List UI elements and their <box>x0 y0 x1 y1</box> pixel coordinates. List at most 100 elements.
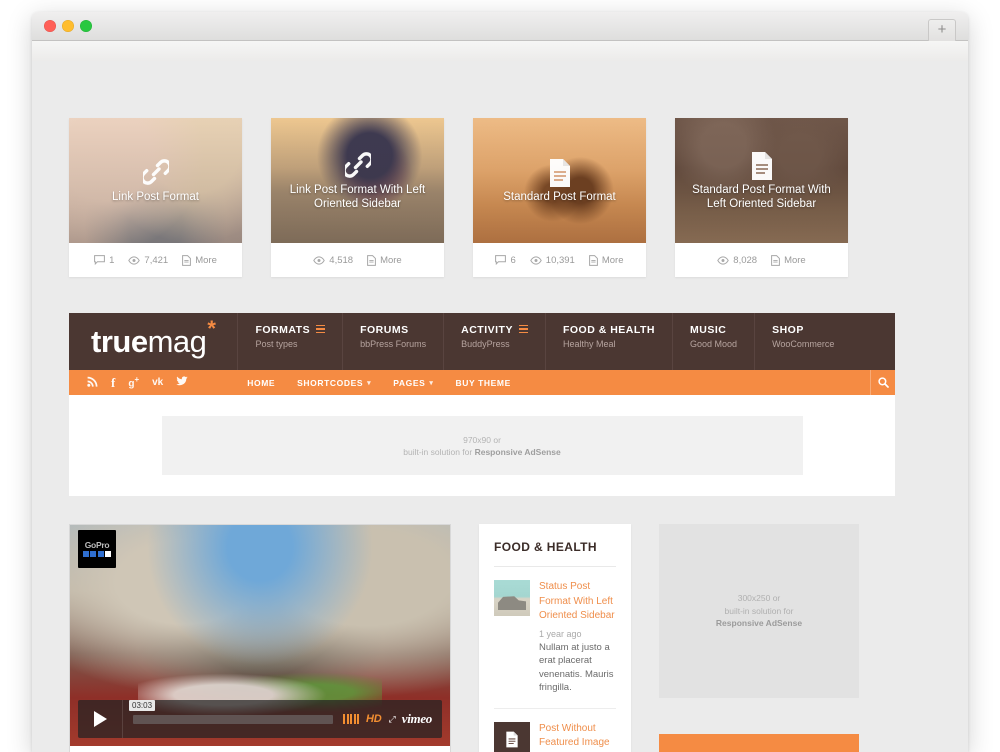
card-meta: 6 10,391 More <box>473 243 646 277</box>
view-count-value: 7,421 <box>144 254 169 266</box>
widget-thumb-object <box>498 596 526 610</box>
ad-line-2-prefix: built-in solution for <box>403 446 475 457</box>
comment-icon <box>94 255 106 265</box>
card-title: Standard Post Format <box>503 190 616 203</box>
menu-label: HOME <box>247 377 276 388</box>
google-plus-icon[interactable]: g+ <box>128 375 139 389</box>
featured-card[interactable]: Standard Post Format 6 10,391 More <box>473 118 646 277</box>
menu-item-buy-theme[interactable]: BUY THEME <box>456 378 511 388</box>
more-link[interactable]: More <box>367 255 402 266</box>
widget-post-item[interactable]: Status Post Format With Left Oriented Si… <box>494 567 616 695</box>
card-thumbnail[interactable]: Link Post Format With Left Oriented Side… <box>271 118 444 243</box>
site-logo[interactable]: true mag * <box>69 313 237 370</box>
website-page: Link Post Format 1 7,421 More Link Post … <box>69 61 895 752</box>
card-meta: 1 7,421 More <box>69 243 242 277</box>
menu-label: BUY THEME <box>455 377 511 388</box>
nav-item-activity[interactable]: ACTIVITY BuddyPress <box>443 313 545 370</box>
more-link[interactable]: More <box>588 254 624 266</box>
widget-post-thumbnail[interactable] <box>494 721 530 752</box>
nav-item-shop[interactable]: SHOP WooCommerce <box>754 313 851 370</box>
menu-item-home[interactable]: HOME <box>247 378 275 388</box>
card-thumbnail[interactable]: Standard Post Format <box>473 118 646 243</box>
view-count: 8,028 <box>717 255 757 266</box>
rss-icon[interactable] <box>87 376 98 390</box>
volume-icon[interactable] <box>343 714 360 724</box>
main-column: GoPro 03:03 HD ⤢ vimeo <box>69 524 451 752</box>
more-label: More <box>784 254 806 266</box>
widget-post-title[interactable]: Status Post Format With Left Oriented Si… <box>539 580 616 624</box>
widget-post-time: 1 year ago <box>539 628 582 639</box>
twitter-icon[interactable] <box>176 376 188 389</box>
video-progress-bar[interactable]: 03:03 <box>129 699 334 724</box>
featured-card[interactable]: Standard Post Format With Left Oriented … <box>675 118 848 277</box>
document-icon <box>182 254 192 266</box>
widget-post-title[interactable]: Post Without Featured Image And With Rig… <box>539 722 616 752</box>
document-icon <box>549 158 570 187</box>
nav-item-formats[interactable]: FORMATS Post types <box>237 313 342 370</box>
nav-item-food-health[interactable]: FOOD & HEALTH Healthy Meal <box>544 313 672 370</box>
nav-label: SHOP <box>772 324 804 336</box>
search-button[interactable] <box>870 370 895 395</box>
comment-count[interactable]: 6 <box>495 254 516 266</box>
view-count: 4,518 <box>313 255 353 266</box>
video-controls[interactable]: 03:03 HD ⤢ vimeo <box>78 699 442 738</box>
menu-label: PAGES <box>393 377 426 388</box>
widget-post-excerpt: Nullam at justo a erat placerat venenati… <box>539 641 614 694</box>
widget-post-item[interactable]: Post Without Featured Image And With Rig… <box>494 709 616 752</box>
nav-subtitle: Good Mood <box>690 339 738 349</box>
menu-label: SHORTCODES <box>297 377 364 388</box>
play-icon <box>93 711 107 727</box>
widget-post-thumbnail[interactable] <box>494 580 530 616</box>
chevron-down-icon: ▾ <box>367 379 372 387</box>
document-icon <box>751 151 772 180</box>
view-count-value: 10,391 <box>545 254 575 266</box>
featured-cards-row: Link Post Format 1 7,421 More Link Post … <box>69 61 895 277</box>
new-tab-button[interactable]: + <box>928 19 956 41</box>
featured-card[interactable]: Link Post Format With Left Oriented Side… <box>271 118 444 277</box>
widget-most-viewed: MOST VIEWED <box>659 734 859 752</box>
document-icon <box>588 254 598 266</box>
more-label: More <box>195 254 217 266</box>
content-area: GoPro 03:03 HD ⤢ vimeo FOOD & HEALTH Sta… <box>69 524 895 752</box>
more-link[interactable]: More <box>771 255 806 266</box>
featured-card[interactable]: Link Post Format 1 7,421 More <box>69 118 242 277</box>
nav-item-music[interactable]: MUSIC Good Mood <box>672 313 754 370</box>
comment-count-value: 1 <box>109 254 115 266</box>
comment-count-value: 6 <box>510 254 516 266</box>
comment-count[interactable]: 1 <box>94 255 114 266</box>
video-card-footer <box>69 746 451 752</box>
nav-item-forums[interactable]: FORUMS bbPress Forums <box>342 313 443 370</box>
more-link[interactable]: More <box>182 255 217 266</box>
hd-badge[interactable]: HD <box>366 713 382 725</box>
menu-item-shortcodes[interactable]: SHORTCODES ▾ <box>297 378 371 388</box>
document-icon <box>771 254 780 266</box>
ad-banner-300x250[interactable]: 300x250 or built-in solution for Respons… <box>659 524 859 698</box>
nav-label: FOOD & HEALTH <box>562 324 656 336</box>
hamburger-icon <box>518 324 528 336</box>
card-thumbnail[interactable]: Link Post Format <box>69 118 242 243</box>
view-count-value: 4,518 <box>329 254 354 266</box>
card-meta: 4,518 More <box>271 243 444 277</box>
video-timestamp: 03:03 <box>129 699 156 711</box>
menu-item-pages[interactable]: PAGES ▾ <box>393 378 433 388</box>
comment-icon <box>495 255 507 265</box>
widget-post-body: Status Post Format With Left Oriented Si… <box>539 580 616 695</box>
chevron-down-icon: ▾ <box>429 379 434 387</box>
browser-window: + Link Post Format 1 7,421 More Link Pos… <box>32 12 968 752</box>
secondary-navbar: f g+ vk HOME SHORTCODES ▾ PAGES ▾ BUY THEM… <box>69 370 895 395</box>
fullscreen-icon[interactable]: ⤢ <box>389 714 396 725</box>
link-icon <box>344 151 371 178</box>
ad-side-line-1: 300x250 or <box>737 593 781 604</box>
vk-icon[interactable]: vk <box>152 377 163 388</box>
browser-toolbar <box>32 41 968 62</box>
video-player[interactable]: GoPro 03:03 HD ⤢ vimeo <box>69 524 451 746</box>
social-links: f g+ vk <box>69 375 188 390</box>
card-thumbnail[interactable]: Standard Post Format With Left Oriented … <box>675 118 848 243</box>
nav-label: MUSIC <box>690 324 727 336</box>
ad-banner-970x90[interactable]: 970x90 or built-in solution for Responsi… <box>161 416 803 475</box>
logo-text-mag: mag <box>147 324 207 359</box>
play-button[interactable] <box>78 700 123 738</box>
facebook-icon[interactable]: f <box>111 376 115 389</box>
eye-icon <box>529 255 542 265</box>
vimeo-logo[interactable]: vimeo <box>402 711 433 727</box>
